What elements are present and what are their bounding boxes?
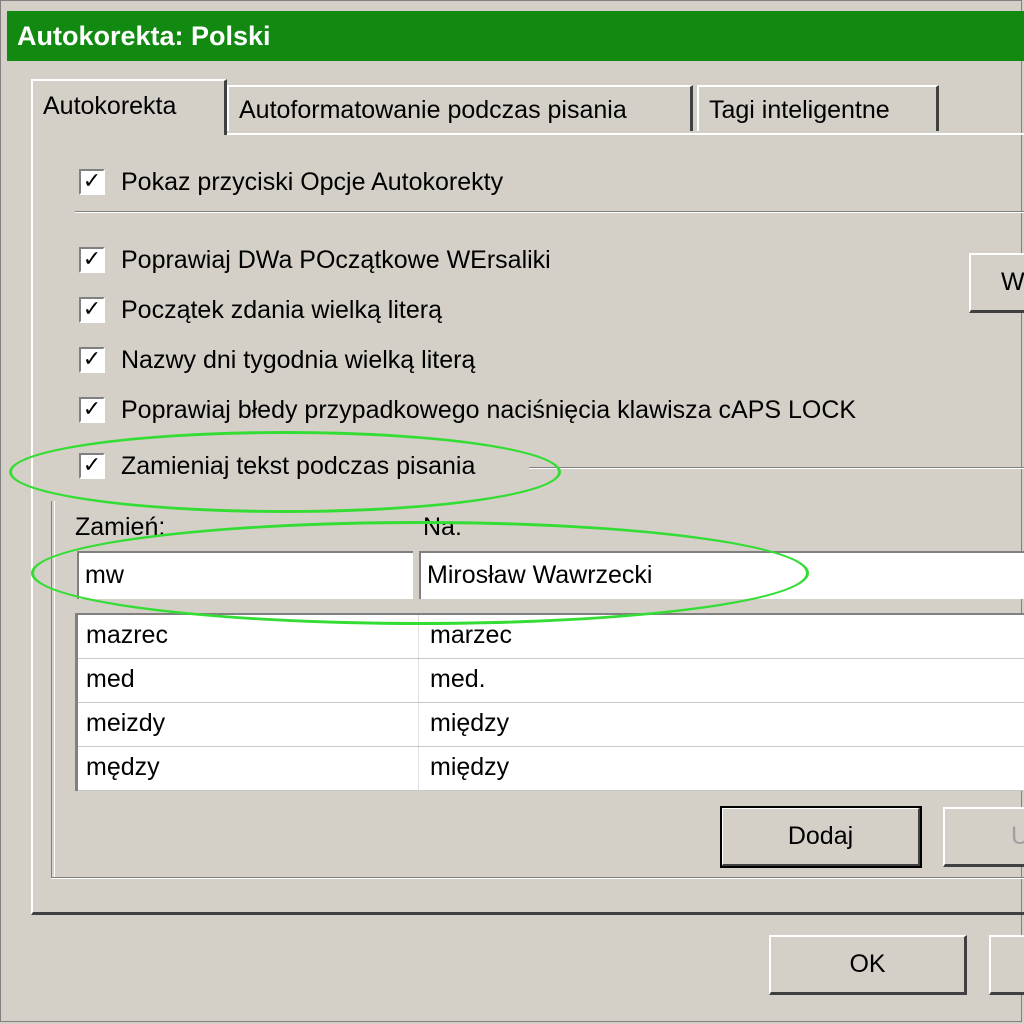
option-label: Nazwy dni tygodnia wielką literą xyxy=(121,345,476,374)
list-row[interactable]: mazrec marzec xyxy=(78,615,1024,659)
entry-with: między xyxy=(430,709,510,737)
option-label: Poprawiaj błedy przypadkowego naciśnięci… xyxy=(121,395,857,424)
checkbox[interactable]: ✓ xyxy=(79,347,105,373)
tab-autokorekta[interactable]: Autokorekta xyxy=(31,79,227,135)
option-label: Początek zdania wielką literą xyxy=(121,295,442,324)
entry-replace: mazrec xyxy=(86,621,168,649)
group-border-top xyxy=(529,467,1024,469)
checkbox[interactable]: ✓ xyxy=(79,297,105,323)
window-title: Autokorekta: Polski xyxy=(17,21,271,51)
list-row[interactable]: mędzy między xyxy=(78,747,1024,791)
checkbox[interactable]: ✓ xyxy=(79,169,105,195)
tab-autoformatowanie[interactable]: Autoformatowanie podczas pisania xyxy=(227,85,693,131)
delete-button[interactable]: U xyxy=(943,807,1024,867)
with-input[interactable]: Mirosław Wawrzecki xyxy=(419,551,1024,599)
checkbox[interactable]: ✓ xyxy=(79,397,105,423)
replace-label: Zamień: xyxy=(75,513,166,541)
checkbox[interactable]: ✓ xyxy=(79,453,105,479)
list-row[interactable]: meizdy między xyxy=(78,703,1024,747)
separator xyxy=(75,211,1024,213)
ok-button[interactable]: OK xyxy=(769,935,967,995)
entry-with: med. xyxy=(430,665,486,693)
add-button[interactable]: Dodaj xyxy=(720,806,922,868)
entry-replace: med xyxy=(86,665,135,693)
cancel-button[interactable] xyxy=(989,935,1024,995)
option-two-initial-capitals[interactable]: ✓ Poprawiaj DWa POczątkowe WErsaliki xyxy=(79,243,551,277)
option-label: Pokaz przyciski Opcje Autokorekty xyxy=(121,167,504,196)
group-border-left xyxy=(51,501,55,879)
option-replace-text[interactable]: ✓ Zamieniaj tekst podczas pisania xyxy=(79,449,475,483)
entry-replace: meizdy xyxy=(86,709,166,737)
title-bar[interactable]: Autokorekta: Polski xyxy=(7,11,1024,61)
option-label: Poprawiaj DWa POczątkowe WErsaliki xyxy=(121,245,551,274)
exceptions-button[interactable]: W xyxy=(969,253,1024,313)
option-caps-lock[interactable]: ✓ Poprawiaj błedy przypadkowego naciśnię… xyxy=(79,393,856,427)
replace-input[interactable]: mw xyxy=(77,551,413,599)
with-label: Na: xyxy=(423,513,462,541)
option-label: Zamieniaj tekst podczas pisania xyxy=(121,451,476,480)
list-row[interactable]: med med. xyxy=(78,659,1024,703)
group-border-bottom xyxy=(51,877,1024,879)
option-capitalize-sentence[interactable]: ✓ Początek zdania wielką literą xyxy=(79,293,442,327)
entry-replace: mędzy xyxy=(86,753,160,781)
replacement-list[interactable]: mazrec marzec med med. meizdy między męd… xyxy=(75,613,1024,791)
tab-tagi-inteligentne[interactable]: Tagi inteligentne xyxy=(697,85,939,131)
dialog-window: Autokorekta: Polski Autokorekta Autoform… xyxy=(0,0,1024,1022)
option-show-autocorrect-buttons[interactable]: ✓ Pokaz przyciski Opcje Autokorekty xyxy=(79,165,503,199)
checkbox[interactable]: ✓ xyxy=(79,247,105,273)
option-capitalize-days[interactable]: ✓ Nazwy dni tygodnia wielką literą xyxy=(79,343,475,377)
entry-with: między xyxy=(430,753,510,781)
entry-with: marzec xyxy=(430,621,512,649)
